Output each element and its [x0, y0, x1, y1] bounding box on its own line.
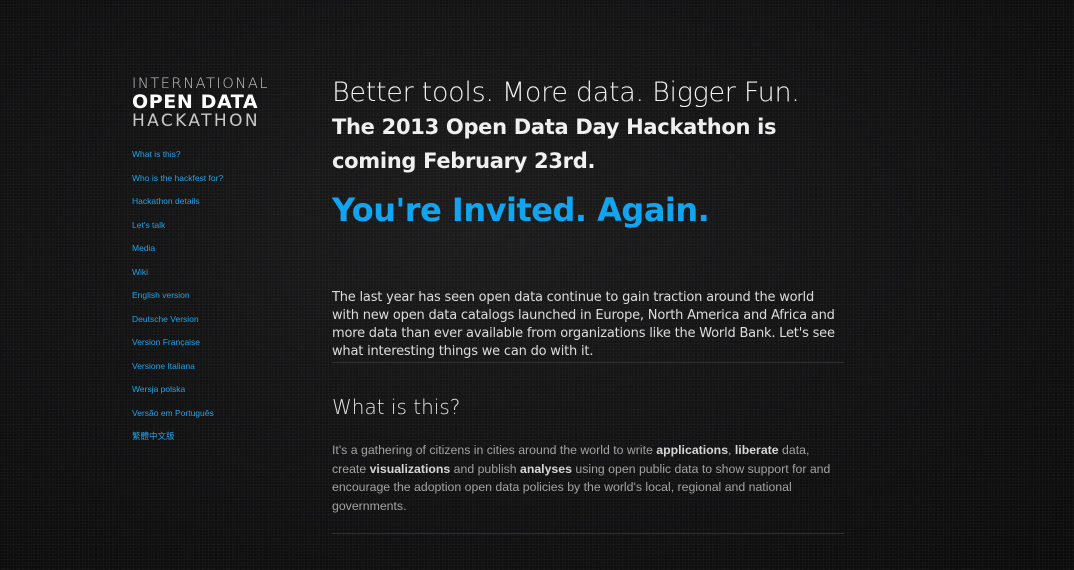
nav-link-italiana[interactable]: Versione Italiana — [132, 361, 195, 371]
body-bold-visualizations: visualizations — [369, 461, 451, 476]
invite-banner: You're Invited. Again. — [332, 191, 710, 229]
logo-line-hackathon: HACKATHON — [132, 111, 261, 131]
body-bold-applications: applications — [656, 443, 729, 457]
body-bold-analyses: analyses — [519, 461, 572, 476]
body-text-segment: , — [728, 443, 735, 457]
nav-link-francais[interactable]: Version Française — [132, 337, 200, 347]
body-bold-liberate: liberate — [734, 443, 779, 457]
sidebar: INTERNATIONAL OPEN DATA HACKATHON What i… — [132, 76, 302, 448]
body-text-segment: It's a gathering of citizens in cities a… — [332, 443, 657, 457]
nav-link-media[interactable]: Media — [132, 243, 155, 253]
nav-link-english[interactable]: English version — [132, 290, 190, 300]
nav-link-what-is-this[interactable]: What is this? — [132, 149, 181, 159]
body-text-segment: and publish — [450, 461, 520, 476]
main-content: Better tools. More data. Bigger Fun. The… — [332, 76, 844, 534]
page-headline: Better tools. More data. Bigger Fun. — [332, 77, 800, 108]
logo-line-international: INTERNATIONAL — [132, 76, 270, 92]
page-subheadline: The 2013 Open Data Day Hackathon is comi… — [332, 115, 777, 173]
sidebar-nav: What is this? Who is the hackfest for? H… — [132, 142, 302, 448]
nav-link-chinese[interactable]: 繁體中文版 — [132, 431, 175, 441]
nav-link-deutsch[interactable]: Deutsche Version — [132, 314, 199, 324]
nav-link-hackathon-details[interactable]: Hackathon details — [132, 196, 200, 206]
logo-line-open-data: OPEN DATA — [132, 91, 259, 113]
nav-link-lets-talk[interactable]: Let's talk — [132, 220, 165, 230]
section-body-text: It's a gathering of citizens in cities a… — [332, 441, 844, 534]
intro-paragraph: The last year has seen open data continu… — [332, 289, 844, 363]
nav-link-wiki[interactable]: Wiki — [132, 267, 148, 277]
section-title-what-is-this: What is this? — [332, 395, 461, 419]
site-logo[interactable]: INTERNATIONAL OPEN DATA HACKATHON — [132, 76, 288, 130]
nav-link-polska[interactable]: Wersja polska — [132, 384, 185, 394]
nav-link-portugues[interactable]: Versão em Português — [132, 408, 214, 418]
nav-link-who-is-it-for[interactable]: Who is the hackfest for? — [132, 173, 223, 183]
